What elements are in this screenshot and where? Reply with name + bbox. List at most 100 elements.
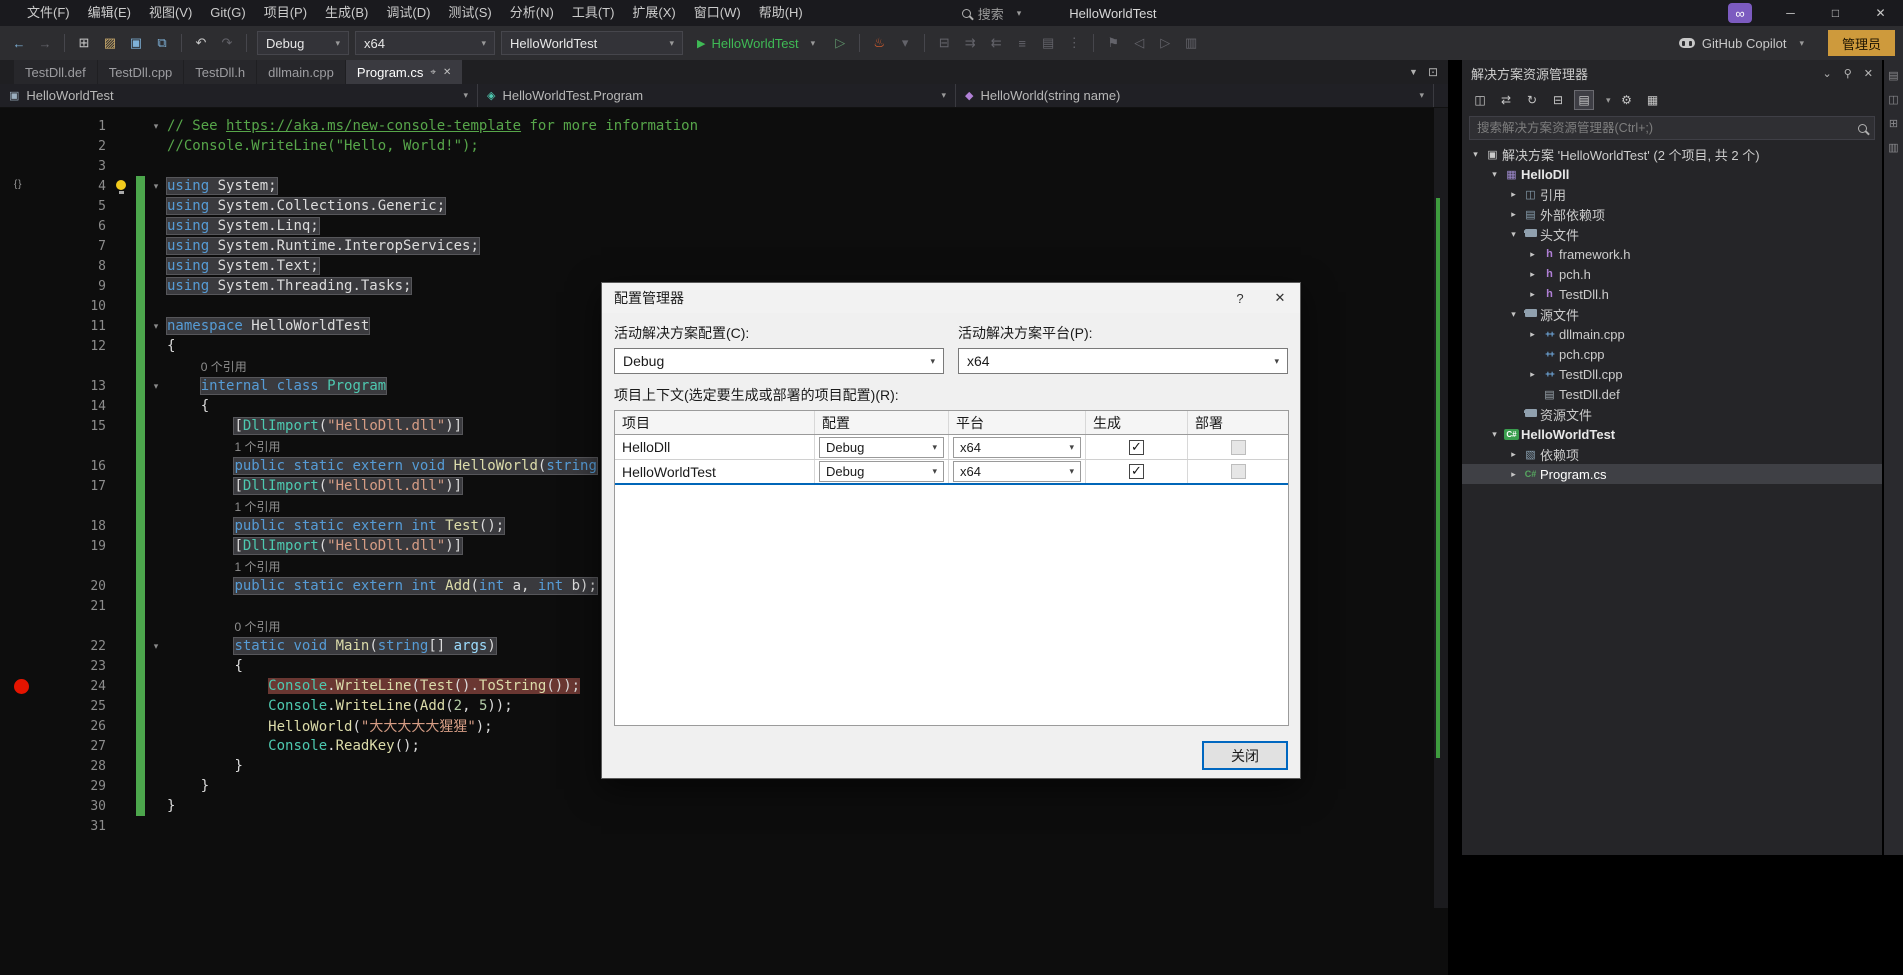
line-number[interactable]: 22 <box>46 639 110 654</box>
code-line[interactable]: 7using System.Runtime.InteropServices; <box>0 236 1448 256</box>
active-platform-dropdown[interactable]: x64 ▾ <box>958 348 1288 374</box>
start-debugging-button[interactable]: ▶ HelloWorldTest ▾ <box>689 31 823 55</box>
breakpoint-gutter[interactable] <box>0 416 46 436</box>
line-number[interactable]: 18 <box>46 519 110 534</box>
breakpoint-gutter[interactable] <box>0 156 46 176</box>
code-line[interactable]: 8using System.Text; <box>0 256 1448 276</box>
float-window-icon[interactable]: ⊡ <box>1428 65 1438 79</box>
tab-close-icon[interactable]: ✕ <box>443 67 451 78</box>
code-line[interactable]: { }4▾using System; <box>0 176 1448 196</box>
breakpoint-gutter[interactable] <box>0 196 46 216</box>
menu-item[interactable]: 帮助(H) <box>750 0 812 26</box>
outline-icon[interactable]: ⊟ <box>933 32 955 54</box>
breakpoint-gutter[interactable] <box>0 376 46 396</box>
line-number[interactable]: 29 <box>46 779 110 794</box>
open-folder-icon[interactable]: ▨ <box>99 32 121 54</box>
save-icon[interactable]: ▣ <box>125 32 147 54</box>
table-row[interactable]: HelloDllDebug▾x64▾ <box>615 435 1288 460</box>
tree-item[interactable]: ▾源文件 <box>1462 304 1882 324</box>
tree-expander-icon[interactable]: ▸ <box>1506 189 1521 200</box>
rail-icon-4[interactable]: ▥ <box>1888 141 1898 154</box>
close-button[interactable]: ✕ <box>1858 0 1903 26</box>
forward-icon[interactable]: → <box>34 32 56 54</box>
preview-icon[interactable]: ▦ <box>1643 90 1663 110</box>
breadcrumb-segment[interactable]: ◆HelloWorld(string name)▾ <box>956 84 1434 107</box>
pin-icon[interactable]: ⚲ <box>1844 67 1852 80</box>
line-number[interactable]: 9 <box>46 279 110 294</box>
bookmark-next-icon[interactable]: ▷ <box>1154 32 1176 54</box>
breakpoint-gutter[interactable] <box>0 396 46 416</box>
solution-configuration-dropdown[interactable]: Debug ▾ <box>257 31 349 55</box>
tree-expander-icon[interactable]: ▾ <box>1468 149 1483 160</box>
line-number[interactable]: 19 <box>46 539 110 554</box>
breakpoint-gutter[interactable] <box>0 556 46 576</box>
breakpoint-gutter[interactable] <box>0 136 46 156</box>
tree-item[interactable]: ▸外部依赖项 <box>1462 204 1882 224</box>
tree-item[interactable]: ▸dllmain.cpp <box>1462 324 1882 344</box>
tree-item[interactable]: ▸TestDll.h <box>1462 284 1882 304</box>
menu-item[interactable]: 调试(D) <box>377 0 439 26</box>
menu-item[interactable]: 视图(V) <box>140 0 201 26</box>
indent-icon[interactable]: ⇉ <box>959 32 981 54</box>
refresh-icon[interactable]: ↻ <box>1522 90 1542 110</box>
platform-dropdown[interactable]: x64▾ <box>953 461 1081 482</box>
menu-item[interactable]: 窗口(W) <box>685 0 750 26</box>
deploy-checkbox[interactable] <box>1231 440 1246 455</box>
breakpoint-gutter[interactable] <box>0 616 46 636</box>
bookmark-icon[interactable]: ⚑ <box>1102 32 1124 54</box>
line-number[interactable]: 5 <box>46 199 110 214</box>
tree-item[interactable]: ▸TestDll.cpp <box>1462 364 1882 384</box>
breakpoint-gutter[interactable] <box>0 576 46 596</box>
dialog-titlebar[interactable]: 配置管理器 ? ✕ <box>602 283 1300 313</box>
code-line[interactable]: 1▾// See https://aka.ms/new-console-temp… <box>0 116 1448 136</box>
editor-scrollbar[interactable] <box>1434 108 1448 908</box>
tree-item[interactable]: ▸framework.h <box>1462 244 1882 264</box>
breakpoint-gutter[interactable] <box>0 276 46 296</box>
save-all-icon[interactable]: ⧉ <box>151 32 173 54</box>
breakpoint-gutter[interactable] <box>0 116 46 136</box>
tree-item[interactable]: ▸pch.h <box>1462 264 1882 284</box>
outlining-margin[interactable]: ▾ <box>145 121 167 132</box>
line-number[interactable]: 11 <box>46 319 110 334</box>
minimize-button[interactable]: ─ <box>1768 0 1813 26</box>
menu-item[interactable]: 分析(N) <box>501 0 563 26</box>
more-tools-icon[interactable]: ▥ <box>1180 32 1202 54</box>
menu-item[interactable]: 扩展(X) <box>623 0 684 26</box>
breakpoint-gutter[interactable] <box>0 336 46 356</box>
back-icon[interactable]: ← <box>8 32 30 54</box>
solution-explorer-search[interactable] <box>1469 116 1875 140</box>
active-config-dropdown[interactable]: Debug ▾ <box>614 348 944 374</box>
table-row[interactable]: HelloWorldTestDebug▾x64▾ <box>615 460 1288 485</box>
line-number[interactable]: 6 <box>46 219 110 234</box>
config-dropdown[interactable]: Debug▾ <box>819 461 944 482</box>
bookmark-prev-icon[interactable]: ◁ <box>1128 32 1150 54</box>
rail-icon-1[interactable]: ▤ <box>1888 69 1898 82</box>
breakpoint-gutter[interactable]: { } <box>0 176 46 196</box>
breakpoint-gutter[interactable] <box>0 736 46 756</box>
tree-expander-icon[interactable]: ▾ <box>1506 309 1521 320</box>
line-number[interactable]: 15 <box>46 419 110 434</box>
line-number[interactable]: 14 <box>46 399 110 414</box>
breadcrumb-segment[interactable]: ▣HelloWorldTest▾ <box>0 84 478 107</box>
line-number[interactable]: 23 <box>46 659 110 674</box>
tab-Program.cs[interactable]: Program.cs⌖✕ <box>346 60 463 84</box>
menu-item[interactable]: 文件(F) <box>18 0 79 26</box>
window-menu-icon[interactable]: ⌄ <box>1823 67 1832 80</box>
tree-item[interactable]: ▾HelloDll <box>1462 164 1882 184</box>
codelens-references[interactable]: 1 个引用 <box>234 440 280 454</box>
breakpoint-gutter[interactable] <box>0 776 46 796</box>
breakpoint-gutter[interactable] <box>0 756 46 776</box>
breakpoint-gutter[interactable] <box>0 796 46 816</box>
code-line[interactable]: 6using System.Linq; <box>0 216 1448 236</box>
breakpoint-gutter[interactable] <box>0 536 46 556</box>
outlining-margin[interactable]: ▾ <box>145 641 167 652</box>
breakpoint-gutter[interactable] <box>0 436 46 456</box>
tree-item[interactable]: 资源文件 <box>1462 404 1882 424</box>
breakpoint-gutter[interactable] <box>0 496 46 516</box>
outdent-icon[interactable]: ⇇ <box>985 32 1007 54</box>
line-number[interactable]: 2 <box>46 139 110 154</box>
more-options-icon[interactable]: ⋮ <box>1063 32 1085 54</box>
tree-expander-icon[interactable]: ▸ <box>1525 369 1540 380</box>
outlining-margin[interactable]: ▾ <box>145 381 167 392</box>
line-number[interactable]: 13 <box>46 379 110 394</box>
